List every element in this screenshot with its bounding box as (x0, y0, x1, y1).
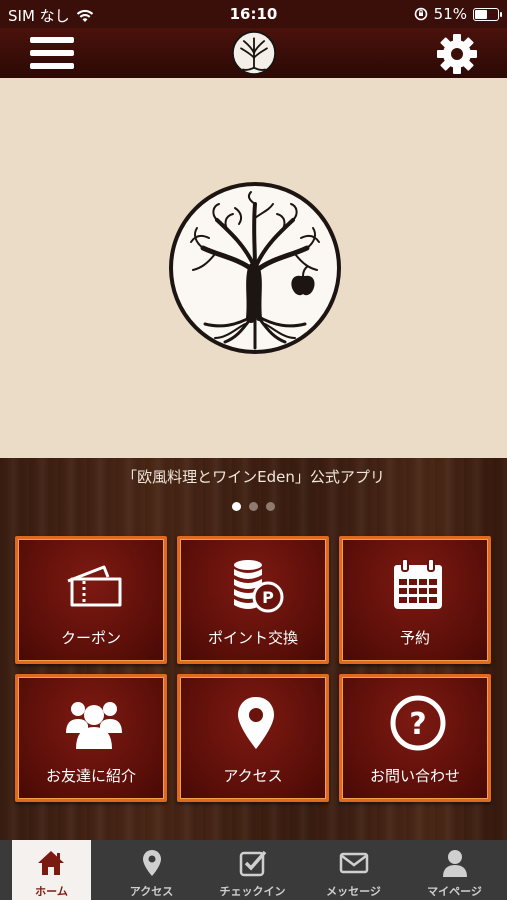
svg-text:P: P (262, 588, 274, 607)
coupon-button[interactable]: クーポン (15, 536, 167, 664)
tab-checkin[interactable]: チェックイン (202, 840, 303, 900)
tab-access-label: アクセス (129, 885, 174, 898)
ticket-icon (67, 565, 122, 607)
orientation-lock-icon (414, 7, 427, 21)
map-pin-icon (143, 850, 161, 876)
tab-checkin-label: チェックイン (219, 885, 286, 898)
bottom-tab-bar: ホーム アクセス チェックイン メッセージ マイページ (0, 840, 507, 900)
reservation-button[interactable]: 予約 (339, 536, 491, 664)
access-button[interactable]: アクセス (177, 674, 329, 802)
users-group-icon (66, 702, 122, 749)
svg-text:?: ? (409, 707, 426, 742)
hamburger-menu-icon[interactable] (30, 34, 74, 72)
hero-banner[interactable] (0, 78, 507, 458)
tab-mypage[interactable]: マイページ (404, 840, 505, 900)
contact-label: お問い合わせ (369, 767, 460, 785)
envelope-icon (339, 852, 369, 874)
menu-panel: 「欧風料理とワインEden」公式アプリ クーポン P ポイント交換 予約 お友達… (0, 458, 507, 840)
app-caption: 「欧風料理とワインEden」公式アプリ (122, 468, 385, 486)
access-label: アクセス (223, 767, 283, 785)
carousel-dot[interactable] (249, 502, 258, 511)
battery-icon (473, 7, 502, 21)
point-exchange-button[interactable]: P ポイント交換 (177, 536, 329, 664)
tree-of-life-logo (169, 182, 341, 354)
point-exchange-label: ポイント交換 (207, 629, 298, 647)
gear-icon[interactable] (435, 32, 479, 76)
calendar-icon (394, 558, 442, 609)
question-circle-icon: ? (390, 695, 446, 751)
tab-home-label: ホーム (35, 885, 68, 898)
tab-message[interactable]: メッセージ (303, 840, 404, 900)
carousel-dot[interactable] (232, 502, 241, 511)
contact-button[interactable]: ? お問い合わせ (339, 674, 491, 802)
tab-message-label: メッセージ (326, 885, 381, 898)
reservation-label: 予約 (399, 629, 430, 647)
map-pin-icon (238, 697, 274, 749)
person-icon (443, 850, 467, 877)
invite-friends-button[interactable]: お友達に紹介 (15, 674, 167, 802)
carousel-dots (0, 502, 507, 511)
invite-friends-label: お友達に紹介 (45, 767, 136, 785)
app-header (0, 28, 507, 78)
coins-point-icon: P (234, 560, 284, 613)
checkbox-icon (239, 850, 267, 877)
status-bar: SIM なし 16:10 51% (0, 0, 507, 28)
status-right: 51% (414, 5, 502, 23)
tab-mypage-label: マイページ (427, 885, 482, 898)
tree-of-life-logo[interactable] (231, 30, 277, 76)
battery-percent: 51% (433, 5, 467, 23)
tab-home[interactable]: ホーム (12, 840, 91, 900)
tab-access[interactable]: アクセス (101, 840, 202, 900)
carousel-dot[interactable] (266, 502, 275, 511)
coupon-label: クーポン (60, 629, 121, 647)
home-icon (38, 851, 64, 875)
